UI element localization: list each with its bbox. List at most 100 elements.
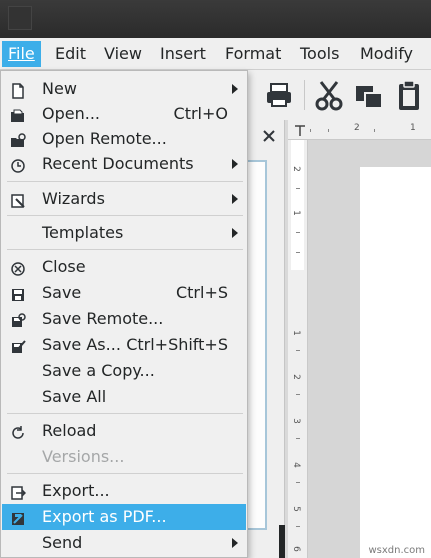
menu-item-reload[interactable]: Reload — [2, 418, 246, 444]
ruler-tick — [296, 232, 300, 233]
menu-item-templates[interactable]: Templates — [2, 220, 246, 246]
ruler-label: 2 — [290, 166, 301, 172]
app-icon — [8, 6, 32, 30]
menu-separator — [7, 413, 243, 414]
ruler-label: 6 — [290, 546, 301, 552]
ruler-tick — [296, 394, 300, 395]
menu-separator — [7, 473, 243, 474]
vertical-ruler-margin — [291, 140, 304, 270]
wizard-icon — [10, 191, 26, 208]
menu-edit[interactable]: Edit — [49, 41, 92, 67]
ruler-label: 4 — [290, 462, 301, 468]
tab-stop-icon[interactable] — [294, 123, 306, 137]
submenu-arrow-icon — [232, 228, 238, 238]
menu-edit-label: Edit — [55, 44, 86, 63]
menu-view[interactable]: View — [98, 41, 148, 67]
menu-item-export-as-pdf[interactable]: Export as PDF... — [2, 504, 246, 530]
export-icon — [10, 483, 27, 500]
document-canvas: wsxdn.com — [308, 140, 431, 558]
cut-icon[interactable] — [313, 78, 345, 112]
submenu-arrow-icon — [232, 159, 238, 169]
ruler-label: 1 — [290, 330, 301, 336]
menu-separator — [7, 181, 243, 182]
ruler-tick — [296, 252, 300, 253]
submenu-arrow-icon — [232, 84, 238, 94]
submenu-arrow-icon — [232, 194, 238, 204]
save-remote-icon — [10, 311, 26, 327]
file-menu: New Open... Ctrl+O Open Remote... Recent… — [0, 70, 248, 558]
clock-icon — [10, 156, 26, 173]
menu-view-label: View — [104, 44, 142, 63]
horizontal-ruler: 2 1 — [288, 120, 431, 140]
save-icon — [10, 285, 26, 301]
menu-item-save-as[interactable]: Save As... Ctrl+Shift+S — [2, 332, 246, 358]
menu-item-send[interactable]: Send — [2, 530, 246, 556]
ruler-tick — [296, 482, 300, 483]
menu-item-label: Save As... — [42, 335, 121, 354]
ruler-tick — [328, 129, 329, 132]
clone-icon[interactable] — [353, 78, 385, 112]
menu-tools[interactable]: Tools — [294, 41, 345, 67]
menu-item-open-remote[interactable]: Open Remote... — [2, 126, 246, 152]
menu-modify[interactable]: Modify — [354, 41, 419, 67]
menu-item-label: Wizards — [42, 189, 105, 208]
menu-file[interactable]: File — [2, 41, 41, 67]
ruler-tick — [296, 350, 300, 351]
menu-file-label: File — [8, 44, 35, 63]
menu-item-label: Export... — [42, 481, 110, 500]
menu-item-label: Open... — [42, 104, 100, 123]
menu-item-label: Save — [42, 283, 82, 302]
reload-icon — [10, 423, 26, 439]
ruler-label: 1 — [410, 123, 416, 133]
window-titlebar — [0, 0, 431, 38]
menu-item-shortcut: Ctrl+S — [175, 283, 228, 302]
menu-item-label: Open Remote... — [42, 129, 167, 148]
menu-insert[interactable]: Insert — [154, 41, 212, 67]
toolbar-separator — [304, 80, 305, 110]
menu-item-shortcut: Ctrl+O — [173, 104, 228, 123]
menu-item-label: Export as PDF... — [42, 507, 167, 526]
close-icon[interactable] — [261, 128, 277, 144]
menu-item-save-remote[interactable]: Save Remote... — [2, 306, 246, 332]
side-panel-content — [245, 160, 267, 530]
ruler-tick — [296, 188, 300, 189]
menu-item-save-all[interactable]: Save All — [2, 384, 246, 410]
menu-item-versions: Versions... — [2, 444, 246, 470]
toolbar — [245, 70, 431, 120]
ruler-label: 5 — [290, 506, 301, 512]
ruler-tick — [296, 438, 300, 439]
ruler-label: 3 — [290, 418, 301, 424]
save-as-icon — [10, 337, 26, 353]
menu-item-label: Send — [42, 533, 83, 552]
menubar: File Edit View Insert Format Tools Modif… — [0, 38, 431, 70]
menu-item-close[interactable]: Close — [2, 254, 246, 280]
menu-format-label: Format — [225, 44, 282, 63]
document-page[interactable] — [360, 167, 431, 558]
menu-item-label: Templates — [42, 223, 124, 242]
menu-item-label: Save Remote... — [42, 309, 164, 328]
menu-item-label: Save a Copy... — [42, 361, 155, 380]
vertical-ruler: 2 1 1 2 3 4 5 6 — [288, 140, 308, 558]
print-icon[interactable] — [263, 78, 295, 112]
menu-item-open[interactable]: Open... Ctrl+O — [2, 101, 246, 127]
menu-item-label: Save All — [42, 387, 107, 406]
menu-item-save[interactable]: Save Ctrl+S — [2, 280, 246, 306]
ruler-label: 2 — [290, 374, 301, 380]
ruler-tick — [310, 129, 311, 132]
menu-item-label: Reload — [42, 421, 97, 440]
menu-item-label: Versions... — [42, 447, 125, 466]
menu-format[interactable]: Format — [219, 41, 287, 67]
menu-item-export[interactable]: Export... — [2, 478, 246, 504]
menu-insert-label: Insert — [160, 44, 206, 63]
menu-item-recent-documents[interactable]: Recent Documents — [2, 151, 246, 177]
watermark: wsxdn.com — [368, 545, 425, 556]
submenu-arrow-icon — [232, 538, 238, 548]
paste-icon[interactable] — [393, 78, 425, 112]
ruler-tick — [296, 526, 300, 527]
side-panel — [245, 120, 285, 558]
menu-item-wizards[interactable]: Wizards — [2, 186, 246, 212]
open-folder-icon — [10, 106, 26, 122]
side-panel-indicator — [279, 525, 285, 558]
menu-item-save-a-copy[interactable]: Save a Copy... — [2, 358, 246, 384]
menu-item-new[interactable]: New — [2, 76, 246, 102]
